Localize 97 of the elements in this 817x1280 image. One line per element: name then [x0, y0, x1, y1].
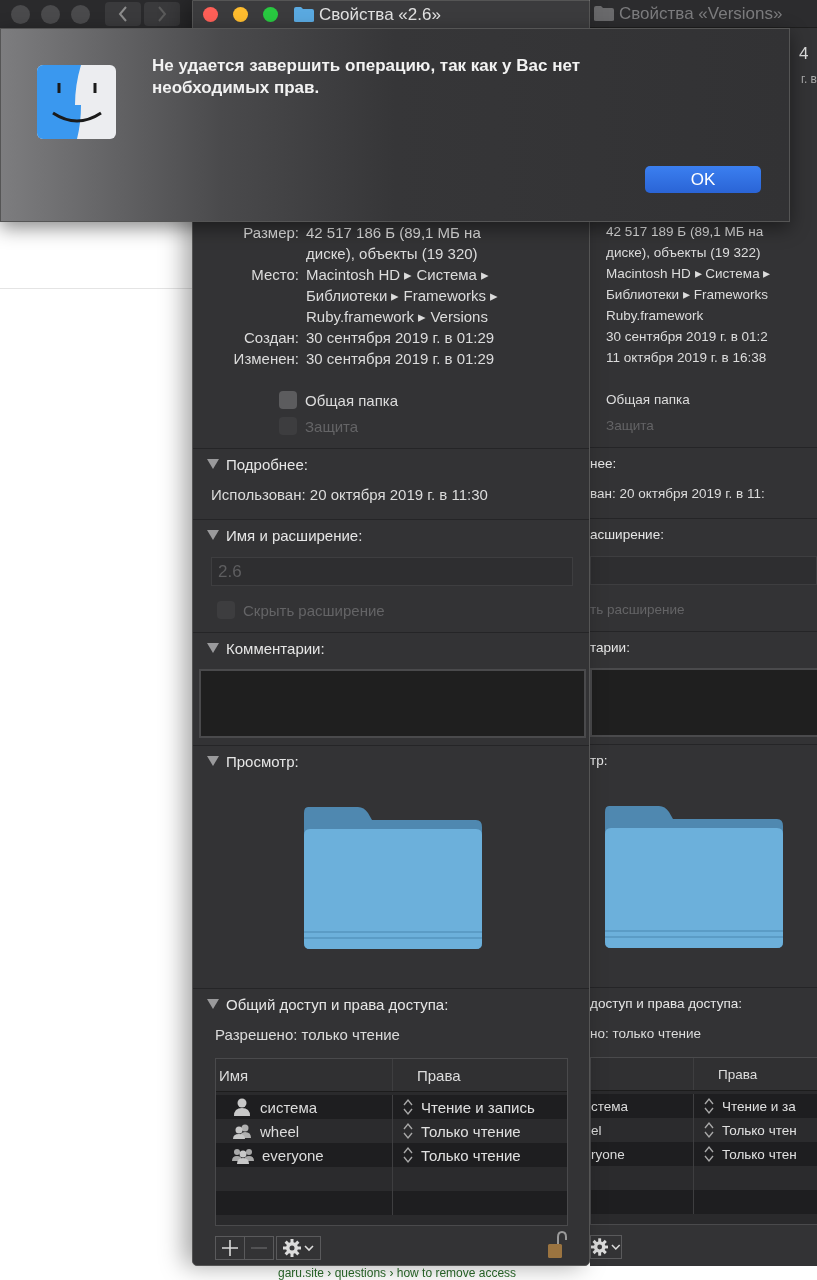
partial-text: г. в — [801, 72, 817, 86]
minus-icon — [251, 1247, 267, 1249]
column-header: Имя — [219, 1066, 249, 1084]
person-icon — [232, 1098, 252, 1116]
alert-message: Не удается завершить операцию, так как у Вас нет необходимых прав. — [152, 55, 581, 99]
user-name: стема — [591, 1098, 629, 1114]
section-heading[interactable]: Имя и расширение: — [193, 520, 363, 550]
info-value: диске), объекты (19 322) — [606, 244, 762, 262]
folder-icon — [593, 5, 615, 22]
section-heading[interactable]: тр: — [590, 745, 608, 775]
window-title: Свойства «2.6» — [319, 4, 441, 25]
info-value: Macintosh HD ▸ Система ▸ — [306, 265, 491, 285]
user-name: everyone — [262, 1146, 324, 1164]
back-button[interactable] — [105, 2, 141, 26]
action-menu-button[interactable] — [590, 1235, 622, 1259]
section-heading[interactable]: Общий доступ и права доступа: — [193, 989, 449, 1019]
section-heading[interactable]: тарии: — [590, 632, 630, 662]
table-row[interactable]: everyone Только чтение — [216, 1143, 567, 1167]
checkbox-label: Общая папка — [606, 391, 690, 407]
info-value: 30 сентября 2019 г. в 01:29 — [306, 328, 495, 348]
forward-button[interactable] — [144, 2, 180, 26]
user-name: wheel — [260, 1122, 300, 1140]
folder-icon — [304, 807, 482, 949]
section-heading[interactable]: Подробнее: — [193, 449, 308, 479]
name-field[interactable] — [590, 556, 817, 585]
column-header: Права — [718, 1066, 758, 1082]
table-row[interactable]: стема Чтение и за — [591, 1094, 817, 1118]
info-label: Создан: — [242, 328, 299, 348]
user-name: el — [591, 1122, 602, 1138]
info-value: Библиотеки ▸ Frameworks ▸ — [306, 286, 499, 306]
chevron-right-icon — [157, 6, 167, 22]
gear-icon — [283, 1239, 301, 1257]
info-value: Ruby.framework ▸ Versions — [306, 307, 489, 327]
up-down-chevron-icon — [704, 1121, 714, 1139]
info-value: Ruby.framework — [606, 307, 705, 325]
folder-icon — [605, 806, 783, 948]
info-label: Размер: — [242, 223, 299, 243]
info-value: Macintosh HD ▸ Система ▸ — [606, 265, 771, 283]
section-heading[interactable]: асширение: — [590, 519, 664, 549]
section-heading[interactable]: Комментарии: — [193, 633, 325, 663]
info-value: 42 517 189 Б (89,1 МБ на — [606, 223, 764, 241]
search-result-link[interactable]: garu.site › questions › how to remove access — [278, 1266, 517, 1280]
permission-summary: Разрешено: только чтение — [214, 1025, 401, 1045]
action-menu-button[interactable] — [276, 1236, 321, 1260]
privilege-popup[interactable]: Только чтение — [393, 1146, 521, 1164]
window-title: Свойства «Versions» — [619, 3, 783, 24]
window-control-button[interactable] — [71, 4, 90, 24]
two-people-icon — [232, 1122, 252, 1140]
table-row[interactable]: ryone Только чтен — [591, 1142, 817, 1166]
zoom-button[interactable] — [263, 7, 278, 22]
privilege-popup[interactable]: Только чтение — [393, 1122, 521, 1140]
caret-icon — [304, 1244, 314, 1252]
last-opened-text: ван: 20 октября 2019 г. в 11: — [590, 485, 766, 503]
plus-icon — [222, 1240, 238, 1256]
privilege-popup[interactable]: Чтение и запись — [393, 1098, 535, 1116]
close-button[interactable] — [203, 7, 218, 22]
privilege-popup[interactable]: Только чтен — [694, 1145, 797, 1163]
info-value: 42 517 186 Б (89,1 МБ на — [306, 223, 481, 243]
chevron-left-icon — [118, 6, 128, 22]
section-heading[interactable]: нее: — [590, 448, 617, 478]
padlock-icon[interactable] — [547, 1231, 567, 1259]
checkbox[interactable] — [279, 391, 297, 409]
up-down-chevron-icon — [704, 1097, 714, 1115]
folder-icon — [293, 6, 315, 23]
partial-text: 4 — [799, 44, 809, 64]
user-name: система — [260, 1098, 318, 1116]
permission-summary: но: только чтение — [590, 1025, 702, 1043]
up-down-chevron-icon — [403, 1146, 413, 1164]
up-down-chevron-icon — [403, 1098, 413, 1116]
section-heading[interactable]: доступ и права доступа: — [590, 988, 742, 1018]
info-value: 11 октября 2019 г. в 16:38 — [606, 349, 767, 367]
minimize-button[interactable] — [233, 7, 248, 22]
table-row[interactable]: система Чтение и запись — [216, 1095, 567, 1119]
comments-field[interactable] — [590, 668, 817, 737]
info-label: Изменен: — [232, 349, 299, 369]
info-value: 30 сентября 2019 г. в 01:29 — [306, 349, 495, 369]
checkbox-label: Общая папка — [305, 391, 399, 409]
info-value: диске), объекты (19 320) — [306, 244, 479, 264]
info-label: Место: — [250, 265, 299, 285]
info-value: Библиотеки ▸ Frameworks — [606, 286, 769, 304]
user-name: ryone — [591, 1146, 625, 1162]
privilege-popup[interactable]: Только чтен — [694, 1121, 797, 1139]
section-heading[interactable]: Просмотр: — [193, 746, 299, 776]
up-down-chevron-icon — [403, 1122, 413, 1140]
app-icon — [37, 65, 116, 139]
window-control-button[interactable] — [41, 4, 60, 24]
privilege-popup[interactable]: Чтение и за — [694, 1097, 796, 1115]
three-people-icon — [232, 1146, 254, 1164]
window-control-button[interactable] — [11, 4, 30, 24]
up-down-chevron-icon — [704, 1145, 714, 1163]
ok-button[interactable]: OK — [645, 166, 761, 193]
comments-field[interactable] — [199, 669, 586, 738]
caret-icon — [611, 1243, 621, 1251]
add-button[interactable] — [215, 1236, 245, 1260]
last-opened-text: Использован: 20 октября 2019 г. в 11:30 — [210, 485, 489, 505]
info-value: 30 сентября 2019 г. в 01:2 — [606, 328, 768, 346]
column-header: Права — [417, 1066, 461, 1084]
